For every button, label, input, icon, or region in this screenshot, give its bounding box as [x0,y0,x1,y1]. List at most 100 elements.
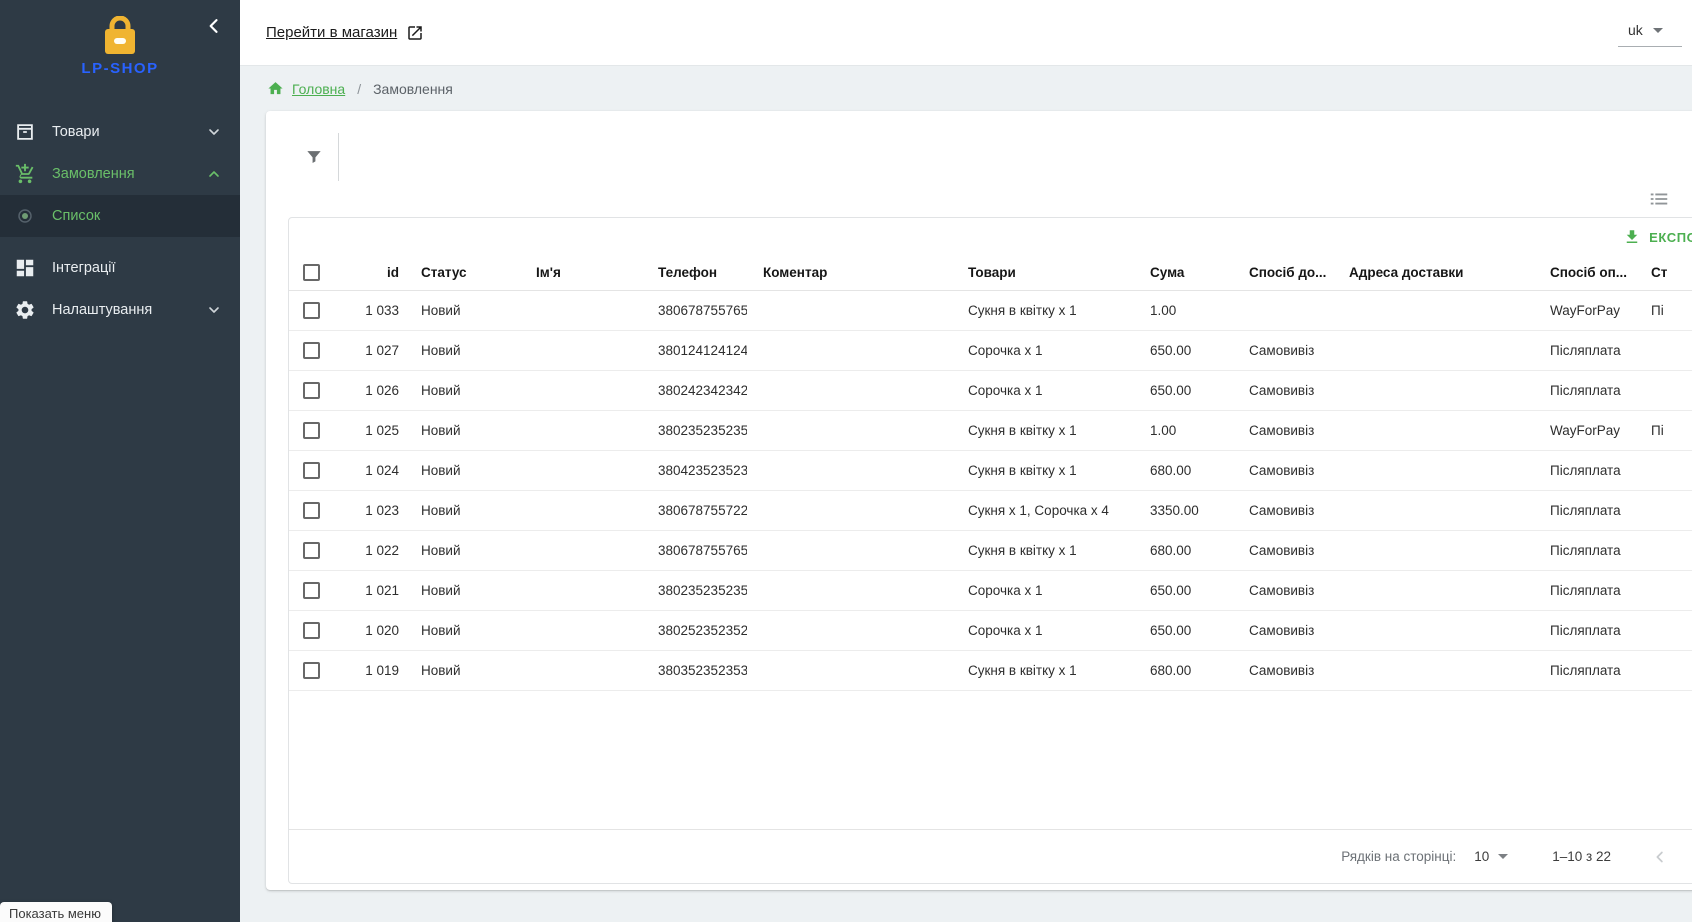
view-list-button[interactable] [1648,188,1670,210]
cell-sum: 680.00 [1134,450,1233,490]
row-checkbox[interactable] [303,422,320,439]
language-select[interactable]: uk [1618,18,1682,47]
rows-per-page-select[interactable]: 10 [1474,849,1508,864]
cell-phone: 380423523523 [642,450,747,490]
add-shopping-cart-icon [13,162,37,186]
table-row[interactable]: 1 033Новий380678755765Сукня в квітку x 1… [289,290,1692,330]
cell-status: Новий [405,290,520,330]
table-row[interactable]: 1 027Новий380124124124Сорочка x 1650.00С… [289,330,1692,370]
toolbar-divider [338,133,339,181]
row-select-cell [289,370,339,410]
breadcrumb-home-link[interactable]: Головна [292,81,345,97]
cell-payment: Післяплата [1534,370,1635,410]
cell-id: 1 025 [339,410,405,450]
cell-name [520,330,642,370]
row-checkbox[interactable] [303,302,320,319]
table-row[interactable]: 1 022Новий380678755765Сукня в квітку x 1… [289,530,1692,570]
column-header-status[interactable]: Статус [405,256,520,290]
select-all-checkbox[interactable] [303,264,320,281]
cell-payment_status [1635,650,1692,690]
cell-payment_status [1635,450,1692,490]
sidebar-item-label: Налаштування [52,302,206,318]
column-header-phone[interactable]: Телефон [642,256,747,290]
sidebar-item-orders[interactable]: Замовлення [0,153,240,195]
cell-products: Сорочка x 1 [952,570,1134,610]
cell-id: 1 020 [339,610,405,650]
main-area: Перейти в магазин uk Головна / Замовленн… [240,0,1692,922]
sidebar-item-label: Список [52,208,222,224]
row-select-cell [289,650,339,690]
row-select-cell [289,330,339,370]
cell-address [1333,410,1534,450]
column-header-payment_status[interactable]: Ст [1635,256,1692,290]
row-checkbox[interactable] [303,542,320,559]
column-header-delivery[interactable]: Спосіб до... [1233,256,1333,290]
cell-payment_status [1635,530,1692,570]
cell-delivery: Самовивіз [1233,410,1333,450]
column-header-payment[interactable]: Спосіб оп... [1534,256,1635,290]
row-checkbox[interactable] [303,582,320,599]
breadcrumb-current: Замовлення [373,81,453,97]
cell-comment [747,370,952,410]
home-icon [267,80,284,97]
cell-delivery: Самовивіз [1233,370,1333,410]
chevron-down-icon [206,124,222,140]
sidebar-item-orders-list[interactable]: Список [0,195,240,237]
chevron-left-icon [1651,848,1669,866]
chevron-up-icon [206,166,222,182]
cell-phone: 380235235235 [642,410,747,450]
row-checkbox[interactable] [303,502,320,519]
cell-status: Новий [405,370,520,410]
row-checkbox[interactable] [303,622,320,639]
cell-id: 1 023 [339,490,405,530]
collapse-sidebar-button[interactable] [204,16,224,41]
table-row[interactable]: 1 026Новий380242342342Сорочка x 1650.00С… [289,370,1692,410]
logo-text: LP-SHOP [81,60,158,77]
cell-phone: 380235235235 [642,570,747,610]
sidebar-item-settings[interactable]: Налаштування [0,289,240,331]
cell-name [520,650,642,690]
rows-per-page-label: Рядків на сторінці: [1341,849,1456,864]
table-row[interactable]: 1 019Новий380352352353Сукня в квітку x 1… [289,650,1692,690]
sidebar-item-products[interactable]: Товари [0,111,240,153]
cell-name [520,370,642,410]
cell-id: 1 021 [339,570,405,610]
table-row[interactable]: 1 025Новий380235235235Сукня в квітку x 1… [289,410,1692,450]
export-button[interactable]: ЕКСПОРТ [1617,224,1692,250]
go-to-shop-link[interactable]: Перейти в магазин [266,24,424,42]
cell-sum: 3350.00 [1134,490,1233,530]
table-row[interactable]: 1 021Новий380235235235Сорочка x 1650.00С… [289,570,1692,610]
table-row[interactable]: 1 024Новий380423523523Сукня в квітку x 1… [289,450,1692,490]
sidebar: LP-SHOP Товари Замовлення Список [0,0,240,922]
cell-sum: 680.00 [1134,650,1233,690]
pagination-range: 1–10 з 22 [1552,849,1611,864]
row-checkbox[interactable] [303,342,320,359]
row-checkbox[interactable] [303,462,320,479]
prev-page-button[interactable] [1651,848,1669,866]
cell-phone: 380352352353 [642,650,747,690]
table-row[interactable]: 1 023Новий380678755722Сукня x 1, Сорочка… [289,490,1692,530]
cell-products: Сорочка x 1 [952,610,1134,650]
column-header-name[interactable]: Ім'я [520,256,642,290]
column-header-sum[interactable]: Сума [1134,256,1233,290]
caret-down-icon [1653,28,1663,33]
sidebar-item-integrations[interactable]: Інтеграції [0,247,240,289]
column-header-id[interactable]: id [339,256,405,290]
table-row[interactable]: 1 020Новий380252352352Сорочка x 1650.00С… [289,610,1692,650]
show-menu-tooltip: Показать меню [0,902,112,922]
cell-sum: 650.00 [1134,330,1233,370]
cell-address [1333,370,1534,410]
column-header-comment[interactable]: Коментар [747,256,952,290]
row-select-cell [289,530,339,570]
row-checkbox[interactable] [303,662,320,679]
cell-sum: 1.00 [1134,410,1233,450]
column-header-products[interactable]: Товари [952,256,1134,290]
filter-funnel-button[interactable] [304,147,324,172]
cell-delivery: Самовивіз [1233,650,1333,690]
filter-toolbar [266,111,1692,181]
row-select-cell [289,410,339,450]
row-checkbox[interactable] [303,382,320,399]
column-header-address[interactable]: Адреса доставки [1333,256,1534,290]
export-row: ЕКСПОРТ [289,218,1692,256]
orders-table-container: idСтатусІм'яТелефонКоментарТовариСумаСпо… [289,256,1692,691]
